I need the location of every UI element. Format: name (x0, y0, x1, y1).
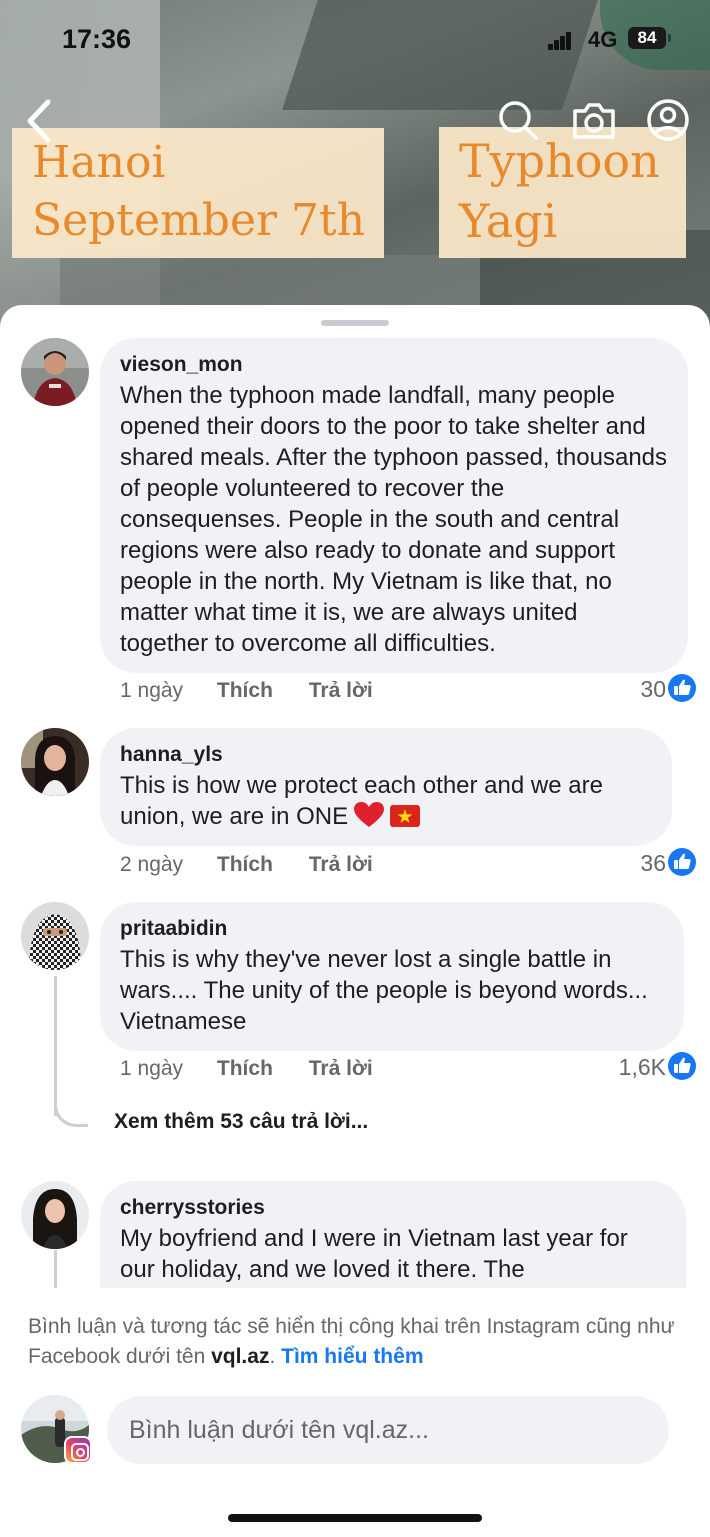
video-caption-line: September 7th (32, 195, 366, 246)
search-icon[interactable] (496, 98, 540, 142)
view-more-replies-button[interactable]: Xem thêm 53 câu trả lời... (114, 1110, 368, 1134)
like-button[interactable]: Thích (217, 679, 273, 703)
sheet-drag-handle[interactable] (321, 320, 389, 326)
comment-composer: Bình luận và tương tác sẽ hiển thị công … (0, 1288, 710, 1537)
like-count: 36 (640, 850, 666, 876)
comment-time: 1 ngày (120, 1057, 184, 1080)
comment-username[interactable]: vieson_mon (120, 351, 668, 378)
signal-strength-icon (548, 32, 572, 50)
avatar[interactable] (21, 728, 89, 796)
like-button[interactable]: Thích (217, 853, 273, 877)
learn-more-link[interactable]: Tìm hiểu thêm (281, 1345, 423, 1368)
comment-bubble[interactable]: hanna_yls This is how we protect each ot… (100, 728, 672, 846)
comment-time: 1 ngày (120, 679, 184, 702)
network-type: 4G (588, 27, 618, 52)
thumbs-up-icon[interactable] (668, 848, 696, 876)
comment-text: This is how we protect each other and we… (120, 770, 652, 832)
reply-button[interactable]: Trả lời (309, 853, 373, 877)
comment-text: When the typhoon made landfall, many peo… (120, 382, 668, 657)
battery-tip (668, 34, 671, 42)
avatar[interactable] (21, 338, 89, 406)
vietnam-flag-icon (390, 805, 421, 827)
battery-icon: 84 (628, 27, 666, 49)
home-indicator (228, 1514, 482, 1522)
comment-bubble[interactable]: vieson_mon When the typhoon made landfal… (100, 338, 688, 673)
thumbs-up-icon[interactable] (668, 674, 696, 702)
back-icon[interactable] (20, 96, 60, 146)
comment-actions: 2 ngày Thích Trả lời (120, 853, 373, 877)
video-caption-line: Yagi (459, 194, 558, 248)
comment-text: My boyfriend and I were in Vietnam last … (120, 1225, 628, 1283)
thread-connector (54, 1093, 88, 1127)
video-caption-line: Hanoi (32, 137, 166, 188)
notice-separator: . (269, 1345, 276, 1368)
comment-username[interactable]: cherrysstories (120, 1194, 666, 1221)
status-time: 17:36 (62, 24, 132, 54)
reply-button[interactable]: Trả lời (309, 679, 373, 703)
avatar[interactable] (21, 1181, 89, 1249)
heart-emoji-icon (354, 802, 385, 827)
reply-button[interactable]: Trả lời (309, 1057, 373, 1081)
comment-text: This is why they've never lost a single … (120, 946, 648, 1035)
notice-account-name: vql.az (211, 1345, 270, 1368)
comment-input[interactable] (107, 1396, 669, 1464)
comment-time: 2 ngày (120, 853, 184, 876)
status-bar: 17:36 4G 84 (0, 0, 710, 80)
comment-username[interactable]: hanna_yls (120, 741, 652, 768)
instagram-icon (64, 1436, 92, 1464)
thumbs-up-icon[interactable] (668, 1052, 696, 1080)
avatar[interactable] (21, 902, 89, 970)
visibility-notice: Bình luận và tương tác sẽ hiển thị công … (28, 1312, 678, 1372)
comment-bubble[interactable]: pritaabidin This is why they've never lo… (100, 902, 684, 1051)
profile-icon[interactable] (646, 98, 690, 142)
like-count: 1,6K (618, 1054, 666, 1080)
camera-icon[interactable] (571, 99, 617, 141)
like-button[interactable]: Thích (217, 1057, 273, 1081)
video-caption-event: Typhoon Yagi (439, 127, 686, 258)
video-caption-location: Hanoi September 7th (12, 128, 384, 258)
comment-username[interactable]: pritaabidin (120, 915, 664, 942)
comment-actions: 1 ngày Thích Trả lời (120, 679, 373, 703)
like-count: 30 (640, 676, 666, 702)
comment-actions: 1 ngày Thích Trả lời (120, 1057, 373, 1081)
